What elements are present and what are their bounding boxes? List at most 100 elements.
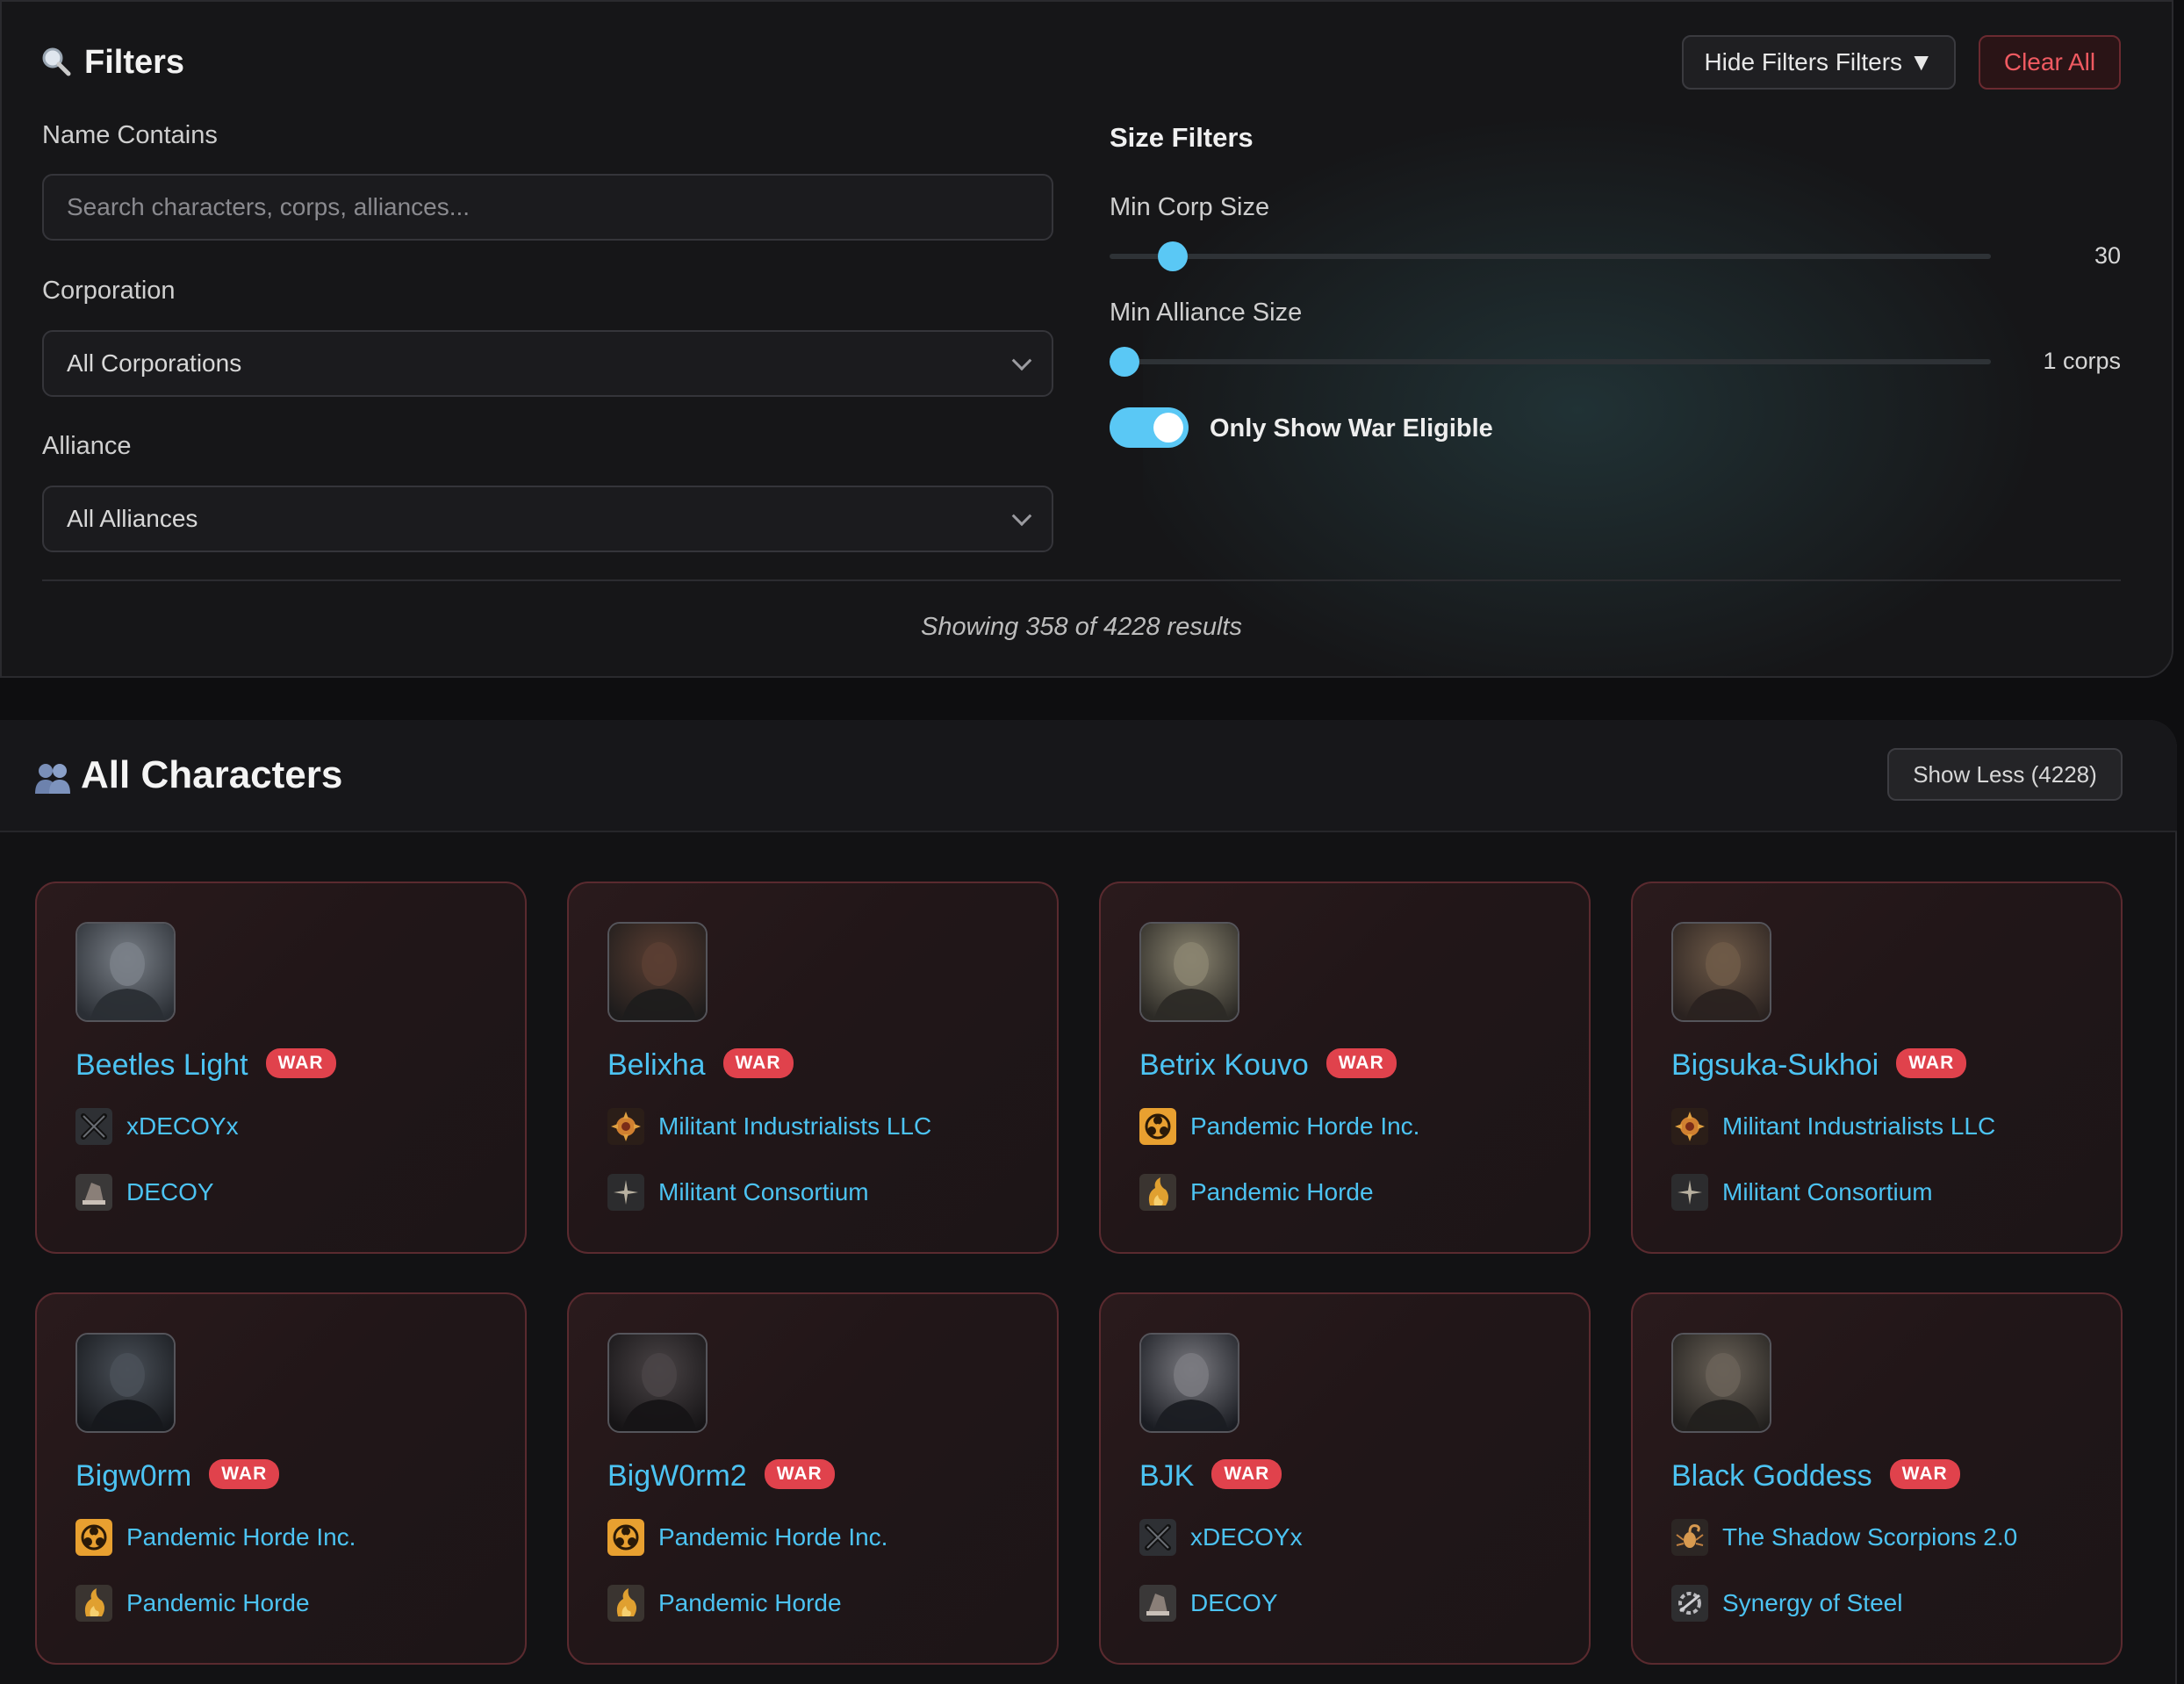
- alliance-row[interactable]: Pandemic Horde: [75, 1585, 310, 1622]
- corporation-row[interactable]: xDECOYx: [75, 1108, 239, 1145]
- alliance-link[interactable]: DECOY: [126, 1178, 214, 1206]
- hide-filters-button[interactable]: Hide Filters Filters ▼: [1682, 35, 1956, 90]
- character-portrait[interactable]: [75, 922, 176, 1022]
- character-name[interactable]: Bigw0rm: [75, 1459, 191, 1493]
- war-badge: WAR: [1896, 1048, 1967, 1079]
- min-alliance-slider-thumb[interactable]: [1110, 347, 1139, 377]
- character-portrait[interactable]: [607, 1333, 708, 1433]
- alliance-link[interactable]: Pandemic Horde: [126, 1589, 310, 1617]
- corporation-link[interactable]: Pandemic Horde Inc.: [658, 1523, 887, 1551]
- corporation-row[interactable]: Militant Industrialists LLC: [1671, 1108, 1995, 1145]
- horde-flame-icon: [75, 1585, 112, 1622]
- character-card[interactable]: Bigsuka-Sukhoi WAR Militant Industrialists…: [1631, 882, 2123, 1254]
- magnifier-icon: [40, 46, 72, 77]
- corporation-link[interactable]: xDECOYx: [1190, 1523, 1303, 1551]
- character-card[interactable]: Betrix Kouvo WAR Pandemic Horde Inc. Pandem…: [1099, 882, 1591, 1254]
- alliance-row[interactable]: Synergy of Steel: [1671, 1585, 1902, 1622]
- corporation-row[interactable]: Pandemic Horde Inc.: [607, 1519, 887, 1556]
- war-badge: WAR: [265, 1048, 336, 1079]
- alliance-row[interactable]: Militant Consortium: [607, 1174, 869, 1211]
- corporation-link[interactable]: xDECOYx: [126, 1112, 239, 1141]
- min-corp-slider-thumb[interactable]: [1158, 241, 1189, 271]
- character-card[interactable]: Beetles Light WAR xDECOYx DECOY: [35, 882, 527, 1254]
- corporation-link[interactable]: Pandemic Horde Inc.: [126, 1523, 356, 1551]
- character-name-row: BJK WAR: [1139, 1459, 1282, 1493]
- corporation-row[interactable]: Pandemic Horde Inc.: [75, 1519, 356, 1556]
- decoy-logo-icon: [1139, 1585, 1176, 1622]
- militant-gear-icon: [1671, 1108, 1708, 1145]
- min-alliance-size-label: Min Alliance Size: [1110, 299, 1303, 327]
- alliance-link[interactable]: Synergy of Steel: [1722, 1589, 1902, 1617]
- militant-gear-icon: [607, 1108, 644, 1145]
- toggle-knob: [1153, 413, 1183, 443]
- character-portrait[interactable]: [607, 922, 708, 1022]
- character-card[interactable]: Belixha WAR Militant Industrialists LLC Mil…: [567, 882, 1059, 1254]
- war-eligible-toggle[interactable]: [1110, 407, 1189, 448]
- star-burst-icon: [1671, 1174, 1708, 1211]
- corporation-link[interactable]: Militant Industrialists LLC: [658, 1112, 931, 1141]
- crossed-swords-icon: [75, 1108, 112, 1145]
- character-portrait[interactable]: [1139, 1333, 1239, 1433]
- filters-divider: [42, 579, 2121, 581]
- name-contains-label: Name Contains: [42, 121, 218, 149]
- alliance-select[interactable]: All Alliances: [42, 486, 1053, 552]
- alliance-link[interactable]: DECOY: [1190, 1589, 1278, 1617]
- name-search-input[interactable]: Search characters, corps, alliances...: [42, 174, 1053, 241]
- war-badge: WAR: [1889, 1459, 1960, 1490]
- biohazard-icon: [607, 1519, 644, 1556]
- corporation-link[interactable]: Militant Industrialists LLC: [1722, 1112, 1995, 1141]
- all-characters-title: All Characters: [81, 753, 343, 796]
- war-badge: WAR: [1211, 1459, 1282, 1490]
- character-name[interactable]: Beetles Light: [75, 1048, 248, 1082]
- character-portrait[interactable]: [1139, 922, 1239, 1022]
- corporation-row[interactable]: The Shadow Scorpions 2.0: [1671, 1519, 2017, 1556]
- alliance-row[interactable]: Militant Consortium: [1671, 1174, 1933, 1211]
- corporation-selected: All Corporations: [67, 349, 242, 377]
- character-name-row: Belixha WAR: [607, 1048, 794, 1083]
- war-badge: WAR: [1325, 1048, 1397, 1079]
- min-alliance-slider-track[interactable]: [1110, 359, 1991, 364]
- alliance-link[interactable]: Pandemic Horde: [658, 1589, 842, 1617]
- horde-flame-icon: [607, 1585, 644, 1622]
- character-name[interactable]: Belixha: [607, 1048, 706, 1082]
- characters-header: All Characters Show Less (4228): [0, 720, 2177, 832]
- war-badge: WAR: [722, 1048, 794, 1079]
- alliance-row[interactable]: Pandemic Horde: [1139, 1174, 1374, 1211]
- alliance-link[interactable]: Pandemic Horde: [1190, 1178, 1374, 1206]
- corporation-link[interactable]: The Shadow Scorpions 2.0: [1722, 1523, 2017, 1551]
- min-corp-size-label: Min Corp Size: [1110, 193, 1270, 221]
- min-corp-slider-track[interactable]: [1110, 254, 1991, 259]
- character-card[interactable]: Bigw0rm WAR Pandemic Horde Inc. Pandemic Ho…: [35, 1292, 527, 1665]
- war-badge: WAR: [209, 1459, 280, 1490]
- character-card[interactable]: Black Goddess WAR The Shadow Scorpions 2.0…: [1631, 1292, 2123, 1665]
- corporation-link[interactable]: Pandemic Horde Inc.: [1190, 1112, 1419, 1141]
- corporation-row[interactable]: Militant Industrialists LLC: [607, 1108, 931, 1145]
- clear-all-button[interactable]: Clear All: [1979, 35, 2121, 90]
- corporation-row[interactable]: Pandemic Horde Inc.: [1139, 1108, 1419, 1145]
- character-name[interactable]: BigW0rm2: [607, 1459, 747, 1493]
- character-portrait[interactable]: [1671, 1333, 1771, 1433]
- character-name-row: Betrix Kouvo WAR: [1139, 1048, 1397, 1083]
- character-portrait[interactable]: [1671, 922, 1771, 1022]
- character-card[interactable]: BJK WAR xDECOYx DECOY: [1099, 1292, 1591, 1665]
- filters-title: Filters: [84, 44, 185, 81]
- character-card[interactable]: BigW0rm2 WAR Pandemic Horde Inc. Pandemic H…: [567, 1292, 1059, 1665]
- character-name[interactable]: Betrix Kouvo: [1139, 1048, 1309, 1082]
- alliance-link[interactable]: Militant Consortium: [658, 1178, 869, 1206]
- alliance-row[interactable]: Pandemic Horde: [607, 1585, 842, 1622]
- war-badge: WAR: [764, 1459, 835, 1490]
- alliance-row[interactable]: DECOY: [1139, 1585, 1278, 1622]
- character-portrait[interactable]: [75, 1333, 176, 1433]
- corporation-select[interactable]: All Corporations: [42, 330, 1053, 397]
- character-name[interactable]: Black Goddess: [1671, 1459, 1872, 1493]
- corporation-row[interactable]: xDECOYx: [1139, 1519, 1303, 1556]
- alliance-row[interactable]: DECOY: [75, 1174, 214, 1211]
- character-name-row: Bigsuka-Sukhoi WAR: [1671, 1048, 1967, 1083]
- corporation-label: Corporation: [42, 277, 176, 305]
- character-name[interactable]: BJK: [1139, 1459, 1194, 1493]
- alliance-link[interactable]: Militant Consortium: [1722, 1178, 1933, 1206]
- chevron-down-icon: [1011, 350, 1032, 371]
- show-less-button[interactable]: Show Less (4228): [1887, 748, 2123, 801]
- character-name[interactable]: Bigsuka-Sukhoi: [1671, 1048, 1879, 1082]
- alliance-label: Alliance: [42, 432, 132, 460]
